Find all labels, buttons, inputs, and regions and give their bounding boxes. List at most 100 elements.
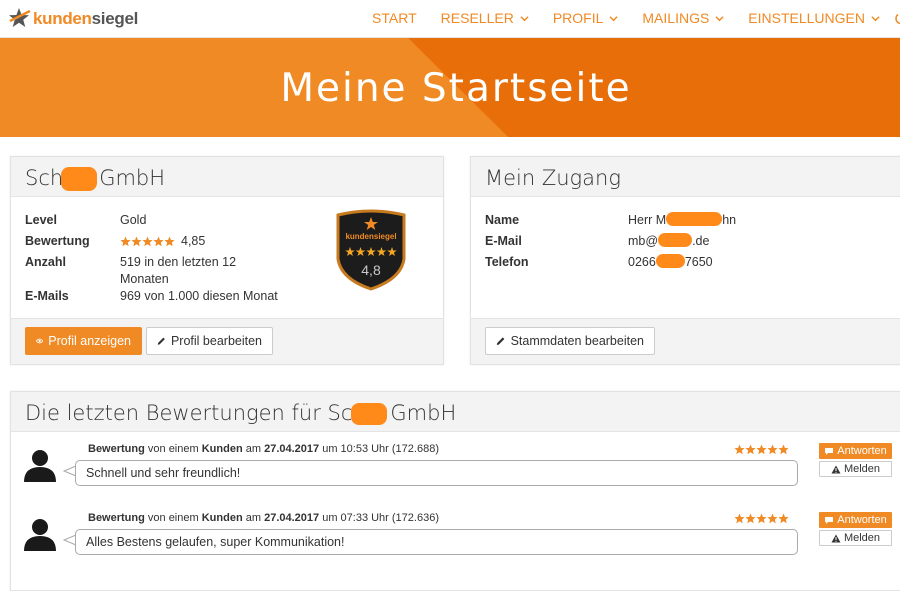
star-icon: [142, 236, 153, 247]
nav-mailings[interactable]: MAILINGS: [642, 10, 724, 26]
review-stars: [734, 513, 789, 524]
review-meta: Bewertung von einem Kunden am 27.04.2017…: [88, 512, 439, 524]
company-panel: Sch GmbH Level Gold Bewertung 4,85 Anzahl…: [10, 156, 444, 365]
review-item: Bewertung von einem Kunden am 27.04.2017…: [11, 507, 900, 567]
top-navbar: kundensiegel START RESELLER PROFIL MAILI…: [0, 0, 900, 38]
redaction: [655, 254, 685, 269]
report-button[interactable]: Melden: [819, 461, 892, 477]
name-suffix: hn: [722, 213, 737, 227]
phone-prefix: 0266: [628, 255, 656, 269]
warning-icon: [831, 465, 841, 473]
star-icon: [778, 513, 789, 524]
comment-icon: [825, 516, 834, 524]
star-icon: [778, 444, 789, 455]
rating-value: 4,85: [181, 234, 206, 248]
edit-profile-button[interactable]: Profil bearbeiten: [146, 327, 273, 355]
nav-start[interactable]: START: [372, 10, 417, 26]
view-profile-button[interactable]: Profil anzeigen: [25, 327, 142, 355]
access-panel-footer: Stammdaten bearbeiten: [471, 318, 900, 364]
star-icon: [734, 444, 745, 455]
warning-icon: [831, 534, 841, 542]
name-label: Name: [485, 213, 520, 227]
nav-reseller[interactable]: RESELLER: [441, 10, 529, 26]
review-actions: Antworten Melden: [819, 443, 892, 479]
brand-logo[interactable]: kundensiegel: [8, 5, 138, 33]
review-text: Alles Bestens gelaufen, super Kommunikat…: [75, 529, 798, 555]
reply-button[interactable]: Antworten: [819, 443, 892, 459]
reviews-title-suffix: GmbH: [390, 401, 457, 425]
star-icon: [745, 444, 756, 455]
email-prefix: mb@: [628, 234, 659, 248]
company-name-suffix: GmbH: [99, 166, 166, 190]
star-icon: [756, 513, 767, 524]
access-panel-header: Mein Zugang: [471, 157, 900, 197]
reply-button[interactable]: Antworten: [819, 512, 892, 528]
emails-value: 969 von 1.000 diesen Monat: [120, 289, 278, 303]
count-value-line2: Monaten: [120, 272, 169, 286]
star-icon: [131, 236, 142, 247]
redaction: [351, 403, 388, 425]
chevron-down-icon: [520, 15, 529, 21]
hero-banner: Meine Startseite: [0, 38, 900, 137]
count-value-line1: 519 in den letzten 12: [120, 255, 237, 269]
review-stars: [734, 444, 789, 455]
count-label: Anzahl: [25, 255, 66, 269]
edit-master-data-button[interactable]: Stammdaten bearbeiten: [485, 327, 655, 355]
chevron-down-icon: [871, 15, 880, 21]
redaction: [666, 212, 723, 227]
review-text: Schnell und sehr freundlich!: [75, 460, 798, 486]
company-panel-header: Sch GmbH: [11, 157, 443, 197]
brand-name: kundensiegel: [33, 9, 139, 28]
star-icon: [745, 513, 756, 524]
user-silhouette-icon: [24, 450, 56, 482]
redaction: [658, 233, 693, 248]
review-meta: Bewertung von einem Kunden am 27.04.2017…: [88, 443, 439, 455]
comment-icon: [825, 447, 834, 455]
rating-stars: [120, 236, 175, 247]
badge-brand: kundensiegel: [345, 232, 396, 241]
email-label: E-Mail: [485, 234, 522, 248]
pencil-icon: [157, 337, 165, 345]
pencil-icon: [496, 337, 505, 345]
company-name-prefix: Sch: [25, 166, 64, 190]
star-icon: [164, 236, 175, 247]
power-icon: [895, 13, 900, 25]
star-icon: [767, 513, 778, 524]
company-panel-footer: Profil anzeigen Profil bearbeiten: [11, 318, 443, 364]
star-icon: [734, 513, 745, 524]
redaction: [61, 167, 98, 191]
chevron-down-icon: [715, 15, 724, 21]
star-icon: [120, 236, 131, 247]
access-details: Name Herr M hn E-Mail mb@ .de Telefon 0266…: [485, 212, 885, 272]
eye-icon: [36, 338, 44, 344]
badge-score: 4,8: [361, 262, 381, 278]
star-swoosh-icon: [9, 8, 31, 27]
name-prefix: Herr M: [628, 213, 667, 227]
star-icon: [756, 444, 767, 455]
review-item: Bewertung von einem Kunden am 27.04.2017…: [11, 438, 900, 498]
level-value: Gold: [120, 213, 147, 227]
review-actions: Antworten Melden: [819, 512, 892, 548]
reviews-panel: Die letzten Bewertungen für Sc GmbH Bewer…: [10, 391, 900, 591]
report-button[interactable]: Melden: [819, 530, 892, 546]
phone-suffix: 7650: [684, 255, 713, 269]
reviews-panel-header: Die letzten Bewertungen für Sc GmbH: [11, 392, 900, 432]
page-title: Meine Startseite: [280, 66, 632, 111]
star-icon: [767, 444, 778, 455]
phone-label: Telefon: [485, 255, 529, 269]
nav-profil[interactable]: PROFIL: [553, 10, 619, 26]
level-label: Level: [25, 213, 57, 227]
star-icon: [153, 236, 164, 247]
nav-einstellungen[interactable]: EINSTELLUNGEN: [748, 10, 880, 26]
nav-power[interactable]: [894, 11, 900, 25]
access-panel: Mein Zugang Name Herr M hn E-Mail mb@ .de …: [470, 156, 900, 365]
company-details: Level Gold Bewertung 4,85 Anzahl 519 in …: [25, 212, 325, 303]
email-suffix: .de: [692, 234, 710, 248]
reviews-title-prefix: Die letzten Bewertungen für Sc: [25, 401, 353, 425]
main-menu: START RESELLER PROFIL MAILINGS EINSTELLU…: [348, 0, 900, 36]
kundensiegel-badge: kundensiegel 4,8: [336, 209, 406, 291]
chevron-down-icon: [609, 15, 618, 21]
user-silhouette-icon: [24, 519, 56, 551]
emails-label: E-Mails: [25, 289, 69, 303]
rating-label: Bewertung: [25, 234, 90, 248]
